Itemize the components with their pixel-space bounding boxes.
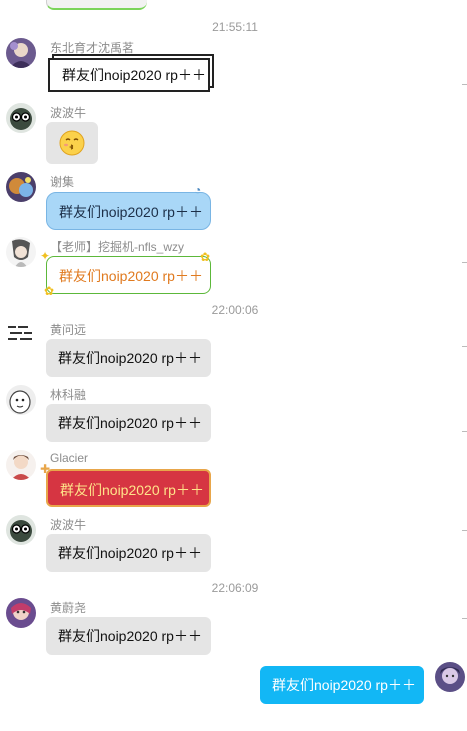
message-bubble[interactable]: 群友们noip2020 rp＋＋ bbox=[46, 339, 211, 377]
avatar[interactable] bbox=[6, 598, 36, 628]
message-bubble[interactable]: 群友们noip2020 rp＋＋ bbox=[48, 58, 210, 92]
message-bubble[interactable]: 群友们noip2020 rp＋＋ bbox=[46, 192, 211, 230]
sender-name: 波波牛 bbox=[50, 518, 87, 532]
avatar[interactable] bbox=[6, 103, 36, 133]
sender-name: 东北育才沈禹茗 bbox=[50, 41, 135, 55]
sender-name: Glacier bbox=[50, 451, 89, 465]
avatar[interactable] bbox=[6, 38, 36, 68]
emoji-message-bubble[interactable] bbox=[46, 122, 98, 164]
message-bubble[interactable]: 群友们noip2020 rp＋＋ bbox=[46, 617, 211, 655]
avatar[interactable] bbox=[6, 237, 36, 267]
scrollbar-mark bbox=[462, 84, 467, 85]
scrollbar-mark bbox=[462, 262, 467, 263]
timestamp: 22:06:09 bbox=[211, 581, 259, 595]
scrollbar-mark bbox=[462, 618, 467, 619]
gift-decoration-icon: ✚ bbox=[40, 462, 51, 476]
timestamp: 21:55:11 bbox=[212, 20, 258, 34]
sender-name: 黄问远 bbox=[50, 323, 87, 337]
sender-name: 谢集 bbox=[50, 175, 75, 189]
scrollbar-mark bbox=[462, 346, 467, 347]
my-message-bubble[interactable]: 群友们noip2020 rp＋＋ bbox=[260, 666, 424, 704]
message-bubble[interactable]: 群友们noip2020 rp＋＋ bbox=[46, 534, 211, 572]
sender-name: 黄蔚尧 bbox=[50, 601, 87, 615]
message-bubble[interactable]: 群友们noip2020 rp＋＋ bbox=[46, 469, 211, 507]
avatar[interactable] bbox=[6, 320, 36, 350]
star-decoration-icon: ✦ bbox=[40, 249, 51, 263]
previous-message-fragment bbox=[46, 0, 147, 10]
avatar[interactable] bbox=[6, 450, 36, 480]
bubble-decoration-icon: ◔ bbox=[194, 183, 202, 197]
scrollbar-mark bbox=[462, 431, 467, 432]
message-bubble[interactable]: 群友们noip2020 rp＋＋ bbox=[46, 256, 211, 294]
chat-message-list[interactable]: 21:55:11 东北育才沈禹茗 群友们noip2020 rp＋＋ 波波牛 谢集… bbox=[0, 0, 467, 731]
timestamp: 22:00:06 bbox=[211, 303, 259, 317]
sender-name: 【老师】挖掘机-nfls_wzy bbox=[50, 240, 185, 254]
my-avatar[interactable] bbox=[435, 662, 465, 692]
avatar[interactable] bbox=[6, 515, 36, 545]
flower-decoration-icon: ✿ bbox=[44, 284, 55, 298]
sender-name: 林科融 bbox=[50, 388, 87, 402]
avatar[interactable] bbox=[6, 172, 36, 202]
flower-decoration-icon: ✿ bbox=[200, 250, 211, 264]
avatar[interactable] bbox=[6, 385, 36, 415]
message-bubble[interactable]: 群友们noip2020 rp＋＋ bbox=[46, 404, 211, 442]
kiss-face-emoji bbox=[59, 130, 85, 156]
scrollbar-mark bbox=[462, 530, 467, 531]
sender-name: 波波牛 bbox=[50, 106, 87, 120]
